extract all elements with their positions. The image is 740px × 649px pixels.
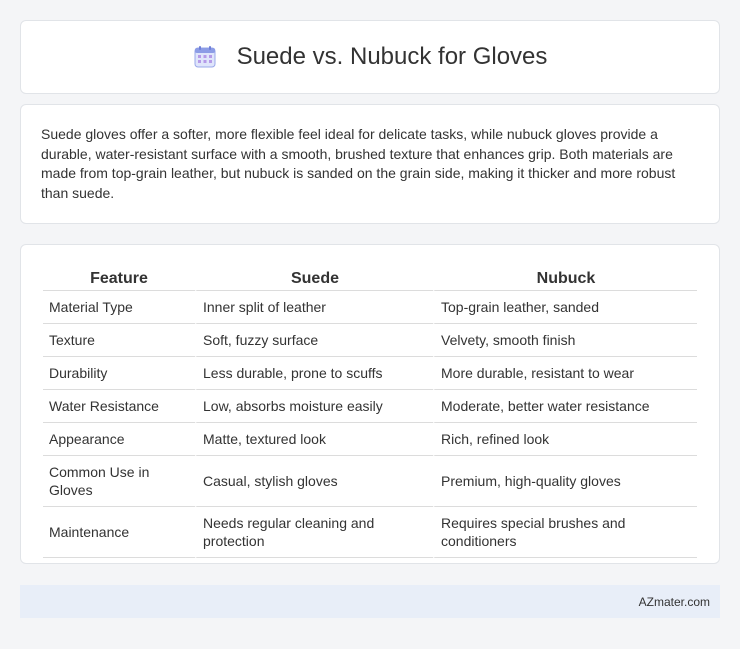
page-title: Suede vs. Nubuck for Gloves xyxy=(236,43,548,70)
nubuck-cell: Premium, high-quality gloves xyxy=(433,456,697,507)
suede-cell: Low, absorbs moisture easily xyxy=(195,390,433,423)
table-row: Common Use in Gloves Casual, stylish glo… xyxy=(43,456,697,507)
intro-text: Suede gloves offer a softer, more flexib… xyxy=(41,126,676,201)
comparison-table: Feature Suede Nubuck Material Type Inner… xyxy=(43,267,697,558)
footer-brand-link[interactable]: AZmater.com xyxy=(639,595,710,609)
title-wrap: Suede vs. Nubuck for Gloves xyxy=(193,43,548,71)
calendar-icon xyxy=(193,45,217,69)
nubuck-cell: Velvety, smooth finish xyxy=(433,324,697,357)
feature-cell: Durability xyxy=(43,357,195,390)
header-feature: Feature xyxy=(43,267,195,291)
nubuck-cell: Moderate, better water resistance xyxy=(433,390,697,423)
table-row: Appearance Matte, textured look Rich, re… xyxy=(43,423,697,456)
intro-card: Suede gloves offer a softer, more flexib… xyxy=(20,104,720,224)
feature-cell: Texture xyxy=(43,324,195,357)
comparison-table-card: Feature Suede Nubuck Material Type Inner… xyxy=(20,244,720,564)
table-row: Durability Less durable, prone to scuffs… xyxy=(43,357,697,390)
suede-cell: Matte, textured look xyxy=(195,423,433,456)
header-card: Suede vs. Nubuck for Gloves xyxy=(20,20,720,94)
nubuck-cell: More durable, resistant to wear xyxy=(433,357,697,390)
feature-cell: Appearance xyxy=(43,423,195,456)
nubuck-cell: Rich, refined look xyxy=(433,423,697,456)
nubuck-cell: Requires special brushes and conditioner… xyxy=(433,507,697,558)
suede-cell: Inner split of leather xyxy=(195,291,433,324)
suede-cell: Casual, stylish gloves xyxy=(195,456,433,507)
suede-cell: Needs regular cleaning and protection xyxy=(195,507,433,558)
nubuck-cell: Top-grain leather, sanded xyxy=(433,291,697,324)
header-nubuck: Nubuck xyxy=(433,267,697,291)
table-row: Maintenance Needs regular cleaning and p… xyxy=(43,507,697,558)
table-row: Material Type Inner split of leather Top… xyxy=(43,291,697,324)
feature-cell: Common Use in Gloves xyxy=(43,456,195,507)
feature-cell: Maintenance xyxy=(43,507,195,558)
header-suede: Suede xyxy=(195,267,433,291)
feature-cell: Material Type xyxy=(43,291,195,324)
feature-cell: Water Resistance xyxy=(43,390,195,423)
suede-cell: Less durable, prone to scuffs xyxy=(195,357,433,390)
table-header-row: Feature Suede Nubuck xyxy=(43,267,697,291)
footer: AZmater.com xyxy=(20,585,720,618)
table-row: Water Resistance Low, absorbs moisture e… xyxy=(43,390,697,423)
suede-cell: Soft, fuzzy surface xyxy=(195,324,433,357)
table-row: Texture Soft, fuzzy surface Velvety, smo… xyxy=(43,324,697,357)
